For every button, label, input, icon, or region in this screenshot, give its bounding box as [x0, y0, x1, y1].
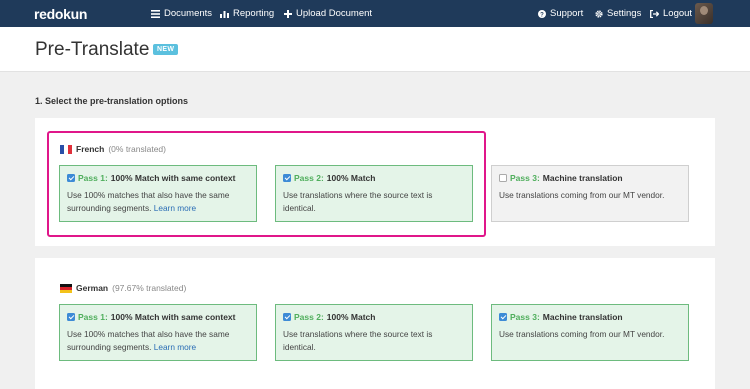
pass-number: Pass 3: — [510, 312, 540, 322]
language-percent: (97.67% translated) — [112, 283, 187, 293]
learn-more-link[interactable]: Learn more — [154, 342, 196, 352]
nav-reporting[interactable]: Reporting — [220, 8, 274, 19]
checkbox-icon[interactable] — [283, 313, 291, 321]
language-label-german: German (97.67% translated) — [60, 283, 186, 293]
reporting-icon — [220, 10, 229, 18]
checkbox-icon[interactable] — [499, 313, 507, 321]
nav-support-label: Support — [550, 8, 584, 19]
checkbox-icon[interactable] — [67, 174, 75, 182]
pass-description: Use 100% matches that also have the same… — [67, 329, 230, 352]
nav-support[interactable]: ? Support — [538, 8, 583, 19]
page-title: Pre-Translate — [35, 39, 150, 60]
pass-description: Use 100% matches that also have the same… — [67, 190, 230, 213]
svg-text:?: ? — [540, 12, 544, 18]
pass-number: Pass 2: — [294, 173, 324, 183]
pass-number: Pass 1: — [78, 173, 108, 183]
nav-documents-label: Documents — [164, 8, 213, 19]
checkbox-icon[interactable] — [499, 174, 507, 182]
language-percent: (0% translated) — [108, 144, 166, 154]
pass-title: 100% Match — [326, 173, 376, 183]
pass-card-french-3[interactable]: Pass 3: Machine translation Use translat… — [491, 165, 689, 222]
pass-card-german-1[interactable]: Pass 1: 100% Match with same context Use… — [59, 304, 257, 361]
language-name: French — [76, 144, 105, 154]
new-badge: NEW — [153, 44, 179, 55]
nav-upload-document[interactable]: Upload Document — [284, 8, 372, 19]
pass-card-german-3[interactable]: Pass 3: Machine translation Use translat… — [491, 304, 689, 361]
app-logo[interactable]: redokun — [34, 6, 87, 22]
nav-settings-label: Settings — [607, 8, 642, 19]
pass-number: Pass 3: — [510, 173, 540, 183]
support-icon: ? — [538, 9, 546, 18]
pass-title: 100% Match with same context — [110, 173, 236, 183]
settings-gear-icon — [595, 9, 603, 18]
nav-reporting-label: Reporting — [233, 8, 275, 19]
pass-number: Pass 1: — [78, 312, 108, 322]
nav-documents[interactable]: Documents — [151, 8, 212, 19]
page-header: Pre-Translate NEW — [0, 27, 750, 72]
pass-card-german-2[interactable]: Pass 2: 100% Match Use translations wher… — [275, 304, 473, 361]
top-navbar: redokun Documents Reporting Upload Docum… — [0, 0, 750, 27]
checkbox-icon[interactable] — [283, 174, 291, 182]
nav-logout-label: Logout — [663, 8, 693, 19]
avatar[interactable] — [695, 3, 713, 24]
pass-title: 100% Match — [326, 312, 376, 322]
pass-title: 100% Match with same context — [110, 312, 236, 322]
pass-description: Use translations coming from our MT vend… — [499, 329, 665, 339]
pass-description: Use translations where the source text i… — [283, 190, 433, 213]
nav-logout[interactable]: Logout — [650, 8, 692, 19]
pass-card-french-1[interactable]: Pass 1: 100% Match with same context Use… — [59, 165, 257, 222]
upload-plus-icon — [284, 9, 292, 18]
learn-more-link[interactable]: Learn more — [154, 203, 196, 213]
nav-settings[interactable]: Settings — [595, 8, 641, 19]
step-heading: 1. Select the pre-translation options — [35, 96, 189, 106]
nav-upload-label: Upload Document — [296, 8, 373, 19]
documents-icon — [151, 9, 160, 18]
pass-title: Machine translation — [542, 312, 623, 322]
pass-card-french-2[interactable]: Pass 2: 100% Match Use translations wher… — [275, 165, 473, 222]
french-flag-icon — [60, 144, 72, 154]
language-label-french: French (0% translated) — [60, 144, 166, 154]
pass-description: Use translations coming from our MT vend… — [499, 190, 665, 200]
pass-number: Pass 2: — [294, 312, 324, 322]
pass-title: Machine translation — [542, 173, 623, 183]
checkbox-icon[interactable] — [67, 313, 75, 321]
german-flag-icon — [60, 283, 72, 293]
language-name: German — [76, 283, 109, 293]
logout-icon — [650, 9, 659, 18]
pass-description: Use translations where the source text i… — [283, 329, 433, 352]
